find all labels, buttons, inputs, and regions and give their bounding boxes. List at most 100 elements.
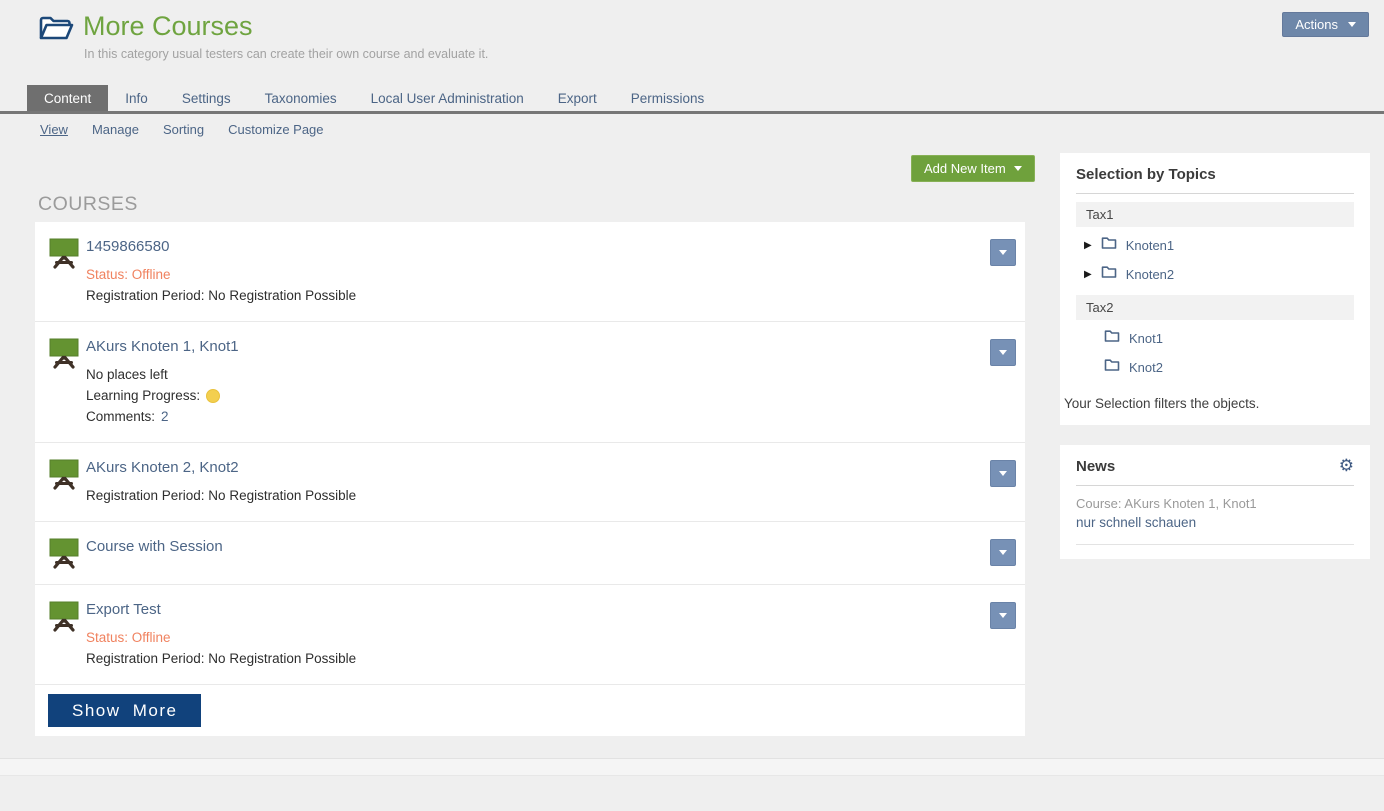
course-icon [48, 537, 80, 569]
gear-icon[interactable]: ⚙ [1339, 458, 1354, 475]
course-title-link[interactable]: AKurs Knoten 1, Knot1 [86, 337, 239, 357]
taxonomy-tree-node: ▶ Knoten2 [1076, 260, 1354, 289]
folder-icon [1101, 236, 1117, 255]
tab-info[interactable]: Info [108, 85, 165, 111]
course-list: 1459866580 Status: OfflineRegistration P… [35, 222, 1025, 685]
subtab-bar: View Manage Sorting Customize Page [40, 122, 324, 137]
caret-down-icon [999, 550, 1007, 555]
subtab-sorting[interactable]: Sorting [163, 122, 204, 137]
subtab-view[interactable]: View [40, 122, 68, 137]
course-properties: Status: OfflineRegistration Period: No R… [86, 627, 990, 669]
courses-section-heading: COURSES [38, 193, 138, 216]
news-entry: Course: AKurs Knoten 1, Knot1 nur schnel… [1076, 494, 1354, 532]
course-property: Learning Progress: [86, 385, 990, 406]
news-entry-context: Course: AKurs Knoten 1, Knot1 [1076, 494, 1354, 513]
expand-triangle-icon[interactable]: ▶ [1084, 270, 1092, 280]
news-panel-title: News [1076, 458, 1115, 475]
course-icon [48, 337, 80, 369]
course-title-link[interactable]: 1459866580 [86, 237, 169, 257]
tab-content[interactable]: Content [27, 85, 108, 111]
comments-count-link[interactable]: 2 [161, 406, 169, 427]
folder-icon [1101, 265, 1117, 284]
taxonomy-group-header: Tax2 [1076, 295, 1354, 320]
course-property: Registration Period: No Registration Pos… [86, 648, 990, 669]
course-property-text: Registration Period: No Registration Pos… [86, 485, 356, 506]
tab-settings[interactable]: Settings [165, 85, 248, 111]
course-actions-dropdown-button[interactable] [990, 239, 1016, 266]
tab-local-user-administration[interactable]: Local User Administration [354, 85, 541, 111]
expand-triangle-icon[interactable]: ▶ [1084, 241, 1092, 251]
course-row: 1459866580 Status: OfflineRegistration P… [35, 222, 1025, 322]
course-property: Registration Period: No Registration Pos… [86, 285, 990, 306]
folder-icon [1104, 358, 1120, 377]
caret-down-icon [999, 250, 1007, 255]
course-title-link[interactable]: Export Test [86, 600, 161, 620]
course-property: No places left [86, 364, 990, 385]
news-panel: News ⚙ Course: AKurs Knoten 1, Knot1 nur… [1060, 445, 1370, 559]
course-properties: No places leftLearning Progress:Comments… [86, 364, 990, 427]
course-property-text: Status: Offline [86, 264, 171, 285]
course-list-panel: 1459866580 Status: OfflineRegistration P… [35, 222, 1025, 736]
taxonomy-node-link[interactable]: Knoten1 [1126, 238, 1174, 253]
taxonomy-node-link[interactable]: Knot2 [1129, 360, 1163, 375]
learning-progress-in-progress-icon [206, 389, 220, 403]
course-actions-dropdown-button[interactable] [990, 339, 1016, 366]
course-row: AKurs Knoten 1, Knot1 No places leftLear… [35, 322, 1025, 443]
course-actions-dropdown-button[interactable] [990, 539, 1016, 566]
taxonomy-groups: Tax1 ▶ Knoten1 ▶ Knoten2 Tax2 Knot1 [1076, 202, 1354, 382]
news-list: Course: AKurs Knoten 1, Knot1 nur schnel… [1076, 494, 1354, 532]
course-property-text: Comments: [86, 406, 155, 427]
caret-down-icon [999, 350, 1007, 355]
course-property: Status: Offline [86, 264, 990, 285]
tab-taxonomies[interactable]: Taxonomies [248, 85, 354, 111]
taxonomy-group-header: Tax1 [1076, 202, 1354, 227]
add-new-item-button[interactable]: Add New Item [911, 155, 1035, 182]
news-entry-link[interactable]: nur schnell schauen [1076, 515, 1196, 530]
course-properties: Status: OfflineRegistration Period: No R… [86, 264, 990, 306]
taxonomy-tree-node: Knot2 [1076, 353, 1354, 382]
selection-by-topics-panel: Selection by Topics Tax1 ▶ Knoten1 ▶ Kno… [1060, 153, 1370, 425]
course-property-text: Status: Offline [86, 627, 171, 648]
folder-icon [1104, 329, 1120, 348]
right-sidebar: Selection by Topics Tax1 ▶ Knoten1 ▶ Kno… [1060, 153, 1370, 559]
subtab-customize-page[interactable]: Customize Page [228, 122, 323, 137]
add-new-item-label: Add New Item [924, 161, 1006, 176]
subtab-manage[interactable]: Manage [92, 122, 139, 137]
page-title: More Courses [83, 11, 253, 42]
course-actions-dropdown-button[interactable] [990, 602, 1016, 629]
taxonomy-tree-node: Knot1 [1076, 324, 1354, 353]
course-title-link[interactable]: Course with Session [86, 537, 223, 557]
selection-filter-note: Your Selection filters the objects. [1064, 396, 1354, 411]
course-row: Course with Session [35, 522, 1025, 585]
taxonomy-node-link[interactable]: Knot1 [1129, 331, 1163, 346]
course-property-text: Registration Period: No Registration Pos… [86, 285, 356, 306]
tab-permissions[interactable]: Permissions [614, 85, 722, 111]
caret-down-icon [999, 613, 1007, 618]
course-property-text: No places left [86, 364, 168, 385]
actions-button[interactable]: Actions [1282, 12, 1369, 37]
course-icon [48, 237, 80, 269]
divider [1076, 544, 1354, 545]
divider [1076, 193, 1354, 194]
divider [1076, 485, 1354, 486]
tab-bar: ContentInfoSettingsTaxonomiesLocal User … [0, 85, 1384, 114]
actions-button-label: Actions [1295, 17, 1338, 32]
topics-panel-title: Selection by Topics [1076, 166, 1216, 183]
course-property-text: Learning Progress: [86, 385, 200, 406]
tab-export[interactable]: Export [541, 85, 614, 111]
course-actions-dropdown-button[interactable] [990, 460, 1016, 487]
course-property: Status: Offline [86, 627, 990, 648]
show-more-button[interactable]: Show More [48, 694, 201, 727]
course-list-footer: Show More [35, 685, 1025, 736]
course-title-link[interactable]: AKurs Knoten 2, Knot2 [86, 458, 239, 478]
course-property-text: Registration Period: No Registration Pos… [86, 648, 356, 669]
course-row: AKurs Knoten 2, Knot2 Registration Perio… [35, 443, 1025, 522]
page-description: In this category usual testers can creat… [84, 47, 488, 61]
course-row: Export Test Status: OfflineRegistration … [35, 585, 1025, 685]
taxonomy-node-link[interactable]: Knoten2 [1126, 267, 1174, 282]
category-folder-icon [38, 13, 74, 48]
caret-down-icon [999, 471, 1007, 476]
course-property: Registration Period: No Registration Pos… [86, 485, 990, 506]
course-properties: Registration Period: No Registration Pos… [86, 485, 990, 506]
course-icon [48, 600, 80, 632]
